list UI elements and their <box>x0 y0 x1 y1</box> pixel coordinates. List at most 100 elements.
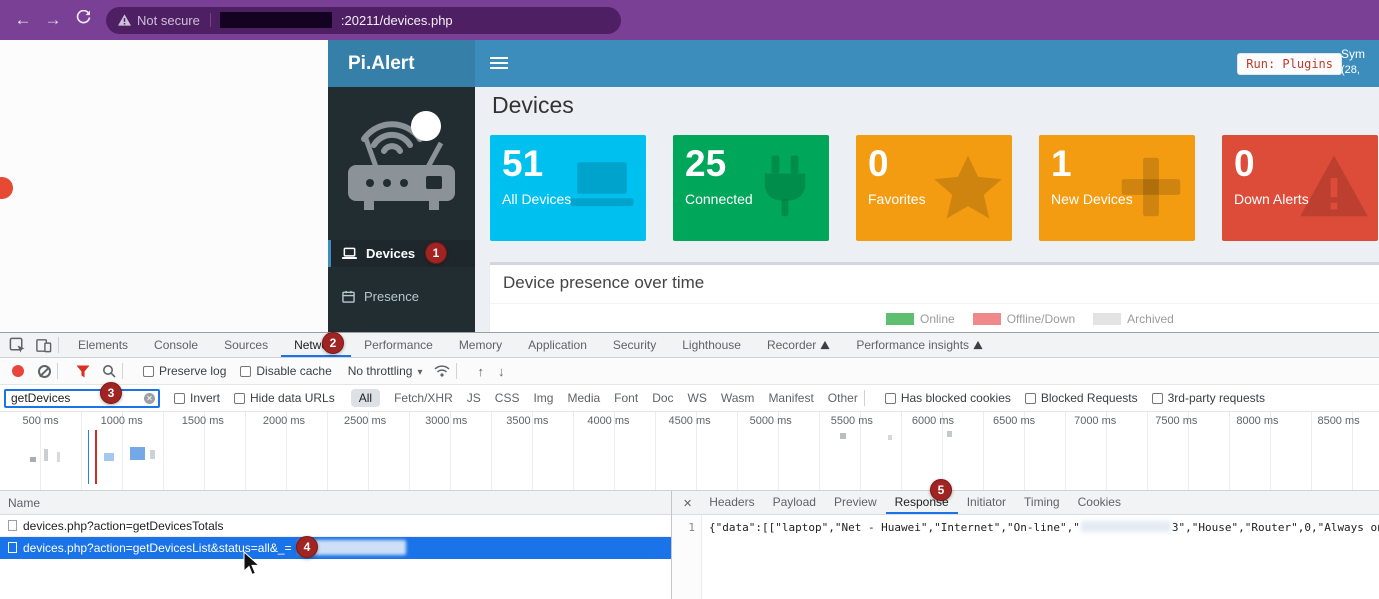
waterfall-mark <box>150 450 155 459</box>
sidebar-item-devices[interactable]: Devices <box>328 240 475 267</box>
filter-type-font[interactable]: Font <box>614 391 638 405</box>
card-favorites[interactable]: 0 Favorites <box>856 135 1012 241</box>
waterfall-mark <box>57 452 60 462</box>
tab-memory[interactable]: Memory <box>446 333 515 357</box>
filter-type-img[interactable]: Img <box>533 391 553 405</box>
tab-elements[interactable]: Elements <box>65 333 141 357</box>
record-button[interactable] <box>12 365 24 377</box>
star-icon <box>932 151 1004 223</box>
refresh-icon[interactable] <box>68 10 98 30</box>
filter-type-other[interactable]: Other <box>828 391 858 405</box>
import-har-icon[interactable] <box>477 364 484 379</box>
tab-recorder[interactable]: Recorder <box>754 333 843 357</box>
legend-item-online: Online <box>886 312 955 326</box>
tab-application[interactable]: Application <box>515 333 600 357</box>
not-secure-warning-icon <box>118 14 131 26</box>
forward-icon[interactable] <box>38 10 68 30</box>
timeline-ruler: 500 ms 1000 ms 1500 ms 2000 ms 2500 ms 3… <box>0 412 1379 427</box>
waterfall-mark <box>44 449 48 461</box>
checkbox <box>1152 393 1163 404</box>
toolbar-divider <box>57 363 58 379</box>
filter-type-all[interactable]: All <box>351 389 380 407</box>
app-logo[interactable]: Pi.Alert <box>328 40 475 87</box>
network-toolbar: Preserve log Disable cache No throttling <box>0 358 1379 385</box>
file-icon <box>8 520 17 531</box>
annotation-badge-4: 4 <box>296 536 318 558</box>
navbar-user-info[interactable]: Sym (28, <box>1341 46 1379 78</box>
warning-icon <box>1298 151 1370 223</box>
filter-type-media[interactable]: Media <box>567 391 600 405</box>
clear-filter-icon[interactable] <box>144 393 155 404</box>
user-line1: Sym <box>1341 46 1379 62</box>
network-filter-input[interactable] <box>4 389 160 408</box>
sidebar: Devices Presence <box>328 87 475 332</box>
network-conditions-icon[interactable] <box>434 365 450 377</box>
network-overview-timeline[interactable]: 500 ms 1000 ms 1500 ms 2000 ms 2500 ms 3… <box>0 412 1379 491</box>
toolbar-divider <box>58 337 59 353</box>
filter-type-doc[interactable]: Doc <box>652 391 673 405</box>
card-all-devices[interactable]: 51 All Devices <box>490 135 646 241</box>
annotation-badge-3: 3 <box>100 382 122 404</box>
throttling-select[interactable]: No throttling <box>348 364 423 378</box>
tab-headers[interactable]: Headers <box>700 491 763 514</box>
annotation-badge-1: 1 <box>425 242 447 264</box>
menu-toggle-icon[interactable] <box>490 57 508 72</box>
disable-cache-checkbox[interactable]: Disable cache <box>240 364 331 378</box>
annotation-badge-5: 5 <box>930 479 952 501</box>
sidebar-item-presence[interactable]: Presence <box>328 283 475 310</box>
card-new-devices[interactable]: 1 New Devices <box>1039 135 1195 241</box>
request-row[interactable]: devices.php?action=getDevicesTotals <box>0 515 671 537</box>
tab-payload[interactable]: Payload <box>764 491 825 514</box>
checkbox <box>234 393 245 404</box>
tab-preview[interactable]: Preview <box>825 491 886 514</box>
filter-type-fetch-xhr[interactable]: Fetch/XHR <box>394 391 453 405</box>
filter-type-wasm[interactable]: Wasm <box>721 391 755 405</box>
stat-cards: 51 All Devices 25 Connected 0 Favorites … <box>490 135 1378 241</box>
preserve-log-checkbox[interactable]: Preserve log <box>143 364 226 378</box>
blocked-requests-checkbox[interactable]: Blocked Requests <box>1025 391 1138 405</box>
browser-toolbar: Not secure :20211/devices.php <box>0 0 1379 40</box>
back-icon[interactable] <box>8 10 38 30</box>
address-bar[interactable]: Not secure :20211/devices.php <box>106 7 621 34</box>
tab-initiator[interactable]: Initiator <box>958 491 1015 514</box>
tab-security[interactable]: Security <box>600 333 669 357</box>
screenshot-root: Not secure :20211/devices.php Pi.Alert R… <box>0 0 1379 599</box>
has-blocked-cookies-checkbox[interactable]: Has blocked cookies <box>885 391 1011 405</box>
request-list-header[interactable]: Name <box>0 491 671 515</box>
invert-checkbox[interactable]: Invert <box>174 391 220 405</box>
filter-type-js[interactable]: JS <box>467 391 481 405</box>
calendar-icon <box>342 290 355 303</box>
toolbar-divider <box>456 363 457 379</box>
tab-timing[interactable]: Timing <box>1015 491 1069 514</box>
checkbox <box>174 393 185 404</box>
app-viewport: Pi.Alert Run: Plugins Sym (28, <box>0 40 1379 332</box>
hide-data-urls-checkbox[interactable]: Hide data URLs <box>234 391 335 405</box>
request-list: Name devices.php?action=getDevicesTotals… <box>0 491 672 599</box>
filter-type-manifest[interactable]: Manifest <box>768 391 813 405</box>
tab-performance-insights[interactable]: Performance insights <box>843 333 996 357</box>
tab-performance[interactable]: Performance <box>351 333 446 357</box>
filter-type-ws[interactable]: WS <box>688 391 707 405</box>
export-har-icon[interactable] <box>498 364 505 379</box>
waterfall-mark <box>104 453 114 461</box>
search-icon[interactable] <box>102 364 116 378</box>
filter-type-css[interactable]: CSS <box>495 391 520 405</box>
device-toolbar-icon[interactable] <box>35 337 52 354</box>
run-plugins-button[interactable]: Run: Plugins <box>1237 53 1342 75</box>
third-party-requests-checkbox[interactable]: 3rd-party requests <box>1152 391 1265 405</box>
inspect-element-icon[interactable] <box>9 337 26 354</box>
clear-icon[interactable] <box>38 365 51 378</box>
tab-lighthouse[interactable]: Lighthouse <box>669 333 754 357</box>
response-body[interactable]: 1 {"data":[["laptop","Net - Huawei","Int… <box>672 515 1379 599</box>
tab-console[interactable]: Console <box>141 333 211 357</box>
waterfall-mark <box>947 431 952 437</box>
file-icon <box>8 542 17 553</box>
close-icon[interactable] <box>672 496 700 510</box>
filter-icon[interactable] <box>76 365 90 378</box>
tab-cookies[interactable]: Cookies <box>1069 491 1130 514</box>
card-connected[interactable]: 25 Connected <box>673 135 829 241</box>
request-row-selected[interactable]: devices.php?action=getDevicesList&status… <box>0 537 671 559</box>
waterfall-mark <box>840 433 846 439</box>
card-down-alerts[interactable]: 0 Down Alerts <box>1222 135 1378 241</box>
tab-sources[interactable]: Sources <box>211 333 281 357</box>
